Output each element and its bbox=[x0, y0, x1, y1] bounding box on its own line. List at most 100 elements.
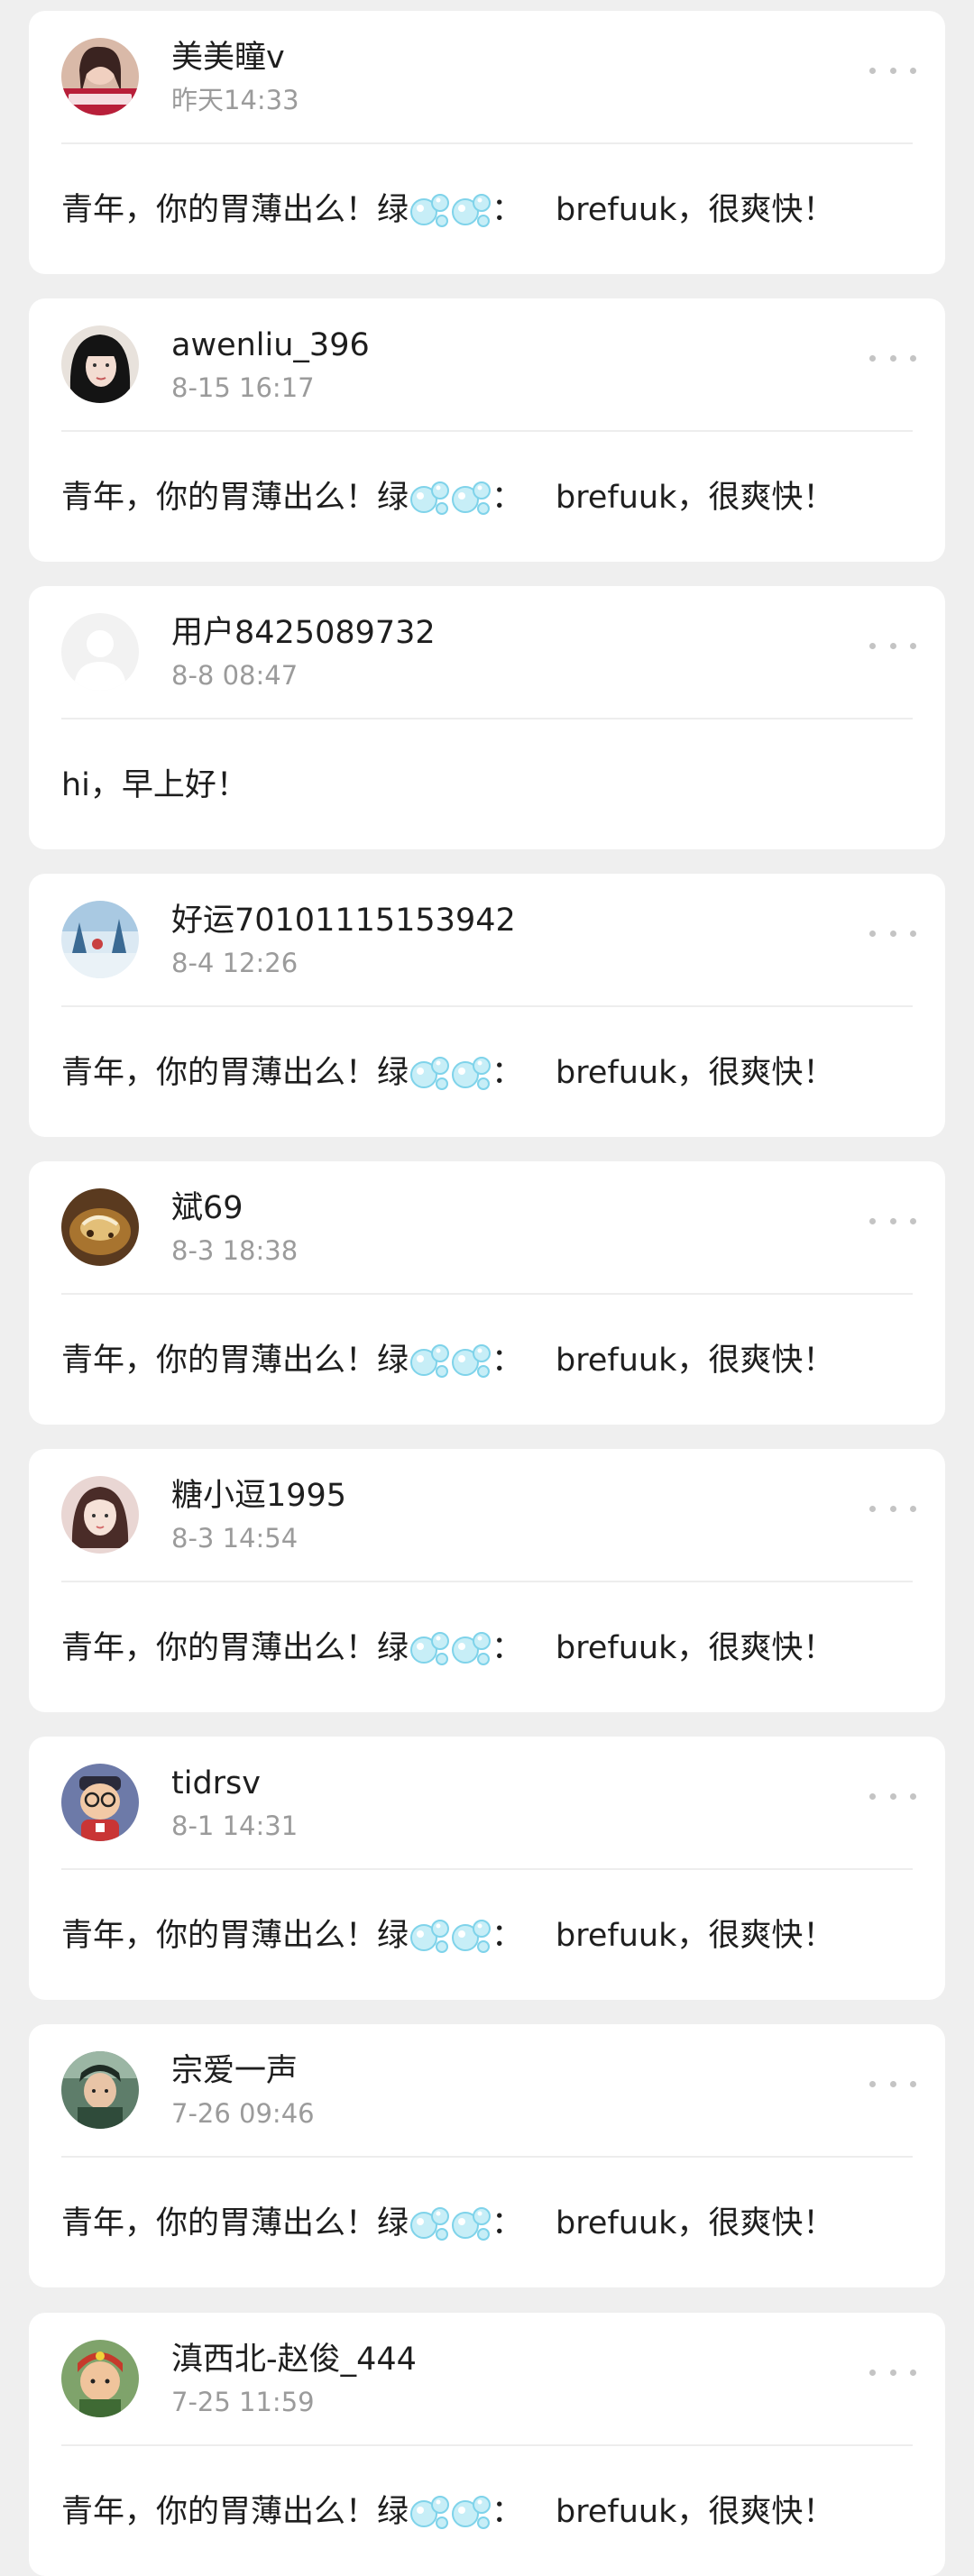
comment-text-part: 青年，你的胃薄出么！绿 bbox=[61, 1343, 409, 1379]
comment-text-part: 青年，你的胃薄出么！绿 bbox=[61, 192, 409, 228]
timestamp: 8-1 14:31 bbox=[171, 1811, 299, 1841]
dot-icon bbox=[910, 2080, 916, 2087]
comment-text-part: brefuuk，很爽快！ bbox=[556, 1918, 835, 1954]
avatar-cartoon-icon[interactable] bbox=[61, 1764, 139, 1841]
more-options-button[interactable] bbox=[869, 345, 916, 371]
dot-icon bbox=[889, 67, 896, 74]
comment-text-part: ： bbox=[492, 1918, 524, 1954]
bubbles-icon bbox=[450, 190, 492, 230]
bubbles-icon bbox=[450, 1053, 492, 1093]
dot-icon bbox=[889, 930, 896, 937]
bubbles-icon bbox=[409, 1053, 450, 1093]
dot-icon bbox=[910, 1217, 916, 1224]
comment-text: 青年，你的胃薄出么！绿 ： brefuuk，很爽快！ bbox=[61, 1050, 913, 1095]
dot-icon bbox=[910, 930, 916, 937]
bubbles-icon bbox=[409, 2492, 450, 2532]
divider bbox=[61, 718, 913, 720]
dot-icon bbox=[869, 1505, 876, 1512]
timestamp: 8-15 16:17 bbox=[171, 372, 315, 403]
username[interactable]: awenliu_396 bbox=[171, 325, 370, 365]
divider bbox=[61, 430, 913, 432]
comment-text-part: brefuuk，很爽快！ bbox=[556, 2494, 835, 2530]
comment-header: 宗爱一声 7-26 09:46 bbox=[61, 2051, 916, 2141]
comment-text-part: brefuuk，很爽快！ bbox=[556, 192, 835, 228]
comment-text: 青年，你的胃薄出么！绿 ： brefuuk，很爽快！ bbox=[61, 2201, 913, 2246]
comment-text-part: brefuuk，很爽快！ bbox=[556, 2205, 835, 2241]
avatar-food-icon[interactable] bbox=[61, 1188, 139, 1266]
bubbles-icon bbox=[409, 478, 450, 518]
timestamp: 7-25 11:59 bbox=[171, 2387, 315, 2417]
more-options-button[interactable] bbox=[869, 1496, 916, 1521]
avatar-portrait-icon[interactable] bbox=[61, 325, 139, 403]
dot-icon bbox=[910, 1792, 916, 1800]
comment-card: awenliu_396 8-15 16:17 青年，你的胃薄出么！绿 ： bre… bbox=[29, 298, 945, 562]
more-options-button[interactable] bbox=[869, 2360, 916, 2385]
divider bbox=[61, 1868, 913, 1870]
comment-card: 用户8425089732 8-8 08:47 hi，早上好！ bbox=[29, 586, 945, 849]
comment-card: 斌69 8-3 18:38 青年，你的胃薄出么！绿 ： brefuuk，很爽快！ bbox=[29, 1161, 945, 1425]
avatar-scenery-icon[interactable] bbox=[61, 901, 139, 978]
bubbles-icon bbox=[450, 2492, 492, 2532]
dot-icon bbox=[869, 1792, 876, 1800]
avatar-portrait-icon[interactable] bbox=[61, 2051, 139, 2129]
bubbles-icon bbox=[450, 1341, 492, 1380]
comment-text-part: 青年，你的胃薄出么！绿 bbox=[61, 480, 409, 516]
username[interactable]: tidrsv bbox=[171, 1764, 261, 1803]
comment-text: 青年，你的胃薄出么！绿 ： brefuuk，很爽快！ bbox=[61, 2489, 913, 2535]
dot-icon bbox=[889, 354, 896, 362]
comment-header: 美美瞳v 昨天14:33 bbox=[61, 38, 916, 128]
comment-text-part: brefuuk，很爽快！ bbox=[556, 1343, 835, 1379]
username[interactable]: 美美瞳v bbox=[171, 38, 285, 78]
dot-icon bbox=[910, 2369, 916, 2376]
comment-card: 糖小逗1995 8-3 14:54 青年，你的胃薄出么！绿 ： brefuuk，… bbox=[29, 1449, 945, 1712]
more-options-button[interactable] bbox=[869, 921, 916, 946]
comment-text-part: 青年，你的胃薄出么！绿 bbox=[61, 2494, 409, 2530]
comment-text-part: ： bbox=[492, 1055, 524, 1091]
avatar-portrait-icon[interactable] bbox=[61, 38, 139, 115]
comment-card: 宗爱一声 7-26 09:46 青年，你的胃薄出么！绿 ： brefuuk，很爽… bbox=[29, 2024, 945, 2287]
default-avatar-icon[interactable] bbox=[61, 613, 139, 691]
dot-icon bbox=[869, 354, 876, 362]
comment-card: tidrsv 8-1 14:31 青年，你的胃薄出么！绿 ： brefuuk，很… bbox=[29, 1737, 945, 2000]
dot-icon bbox=[869, 1217, 876, 1224]
bubbles-icon bbox=[409, 2204, 450, 2243]
username[interactable]: 斌69 bbox=[171, 1188, 244, 1228]
more-options-button[interactable] bbox=[869, 1208, 916, 1233]
comment-text-part: ： bbox=[492, 2205, 524, 2241]
comment-text-part: ： bbox=[492, 192, 524, 228]
more-options-button[interactable] bbox=[869, 2071, 916, 2096]
comment-text: 青年，你的胃薄出么！绿 ： brefuuk，很爽快！ bbox=[61, 1626, 913, 1671]
dot-icon bbox=[889, 1792, 896, 1800]
comment-header: 好运70101115153942 8-4 12:26 bbox=[61, 901, 916, 991]
dot-icon bbox=[869, 2369, 876, 2376]
username[interactable]: 好运70101115153942 bbox=[171, 901, 516, 940]
more-options-button[interactable] bbox=[869, 633, 916, 658]
comment-header: 斌69 8-3 18:38 bbox=[61, 1188, 916, 1279]
comment-header: awenliu_396 8-15 16:17 bbox=[61, 325, 916, 416]
dot-icon bbox=[910, 67, 916, 74]
divider bbox=[61, 2156, 913, 2158]
more-options-button[interactable] bbox=[869, 1783, 916, 1809]
comment-text-part: ： bbox=[492, 1630, 524, 1666]
username[interactable]: 糖小逗1995 bbox=[171, 1476, 346, 1516]
comment-card: 美美瞳v 昨天14:33 青年，你的胃薄出么！绿 ： brefuuk，很爽快！ bbox=[29, 11, 945, 274]
comment-header: tidrsv 8-1 14:31 bbox=[61, 1764, 916, 1854]
username[interactable]: 宗爱一声 bbox=[171, 2051, 298, 2091]
dot-icon bbox=[910, 642, 916, 649]
avatar-portrait-icon[interactable] bbox=[61, 1476, 139, 1554]
bubbles-icon bbox=[409, 1916, 450, 1956]
comment-header: 糖小逗1995 8-3 14:54 bbox=[61, 1476, 916, 1566]
dot-icon bbox=[910, 1505, 916, 1512]
comment-header: 滇西北-赵俊_444 7-25 11:59 bbox=[61, 2340, 916, 2430]
bubbles-icon bbox=[450, 1916, 492, 1956]
more-options-button[interactable] bbox=[869, 58, 916, 83]
comment-feed: 美美瞳v 昨天14:33 青年，你的胃薄出么！绿 ： brefuuk，很爽快！ bbox=[0, 0, 974, 2576]
comment-text: 青年，你的胃薄出么！绿 ： brefuuk，很爽快！ bbox=[61, 188, 913, 233]
username[interactable]: 滇西北-赵俊_444 bbox=[171, 2340, 417, 2379]
avatar-cartoon-icon[interactable] bbox=[61, 2340, 139, 2417]
dot-icon bbox=[889, 1217, 896, 1224]
comment-text-part: ： bbox=[492, 2494, 524, 2530]
comment-text-part: 青年，你的胃薄出么！绿 bbox=[61, 1918, 409, 1954]
comment-text-part: hi，早上好！ bbox=[61, 767, 248, 803]
username[interactable]: 用户8425089732 bbox=[171, 613, 436, 653]
